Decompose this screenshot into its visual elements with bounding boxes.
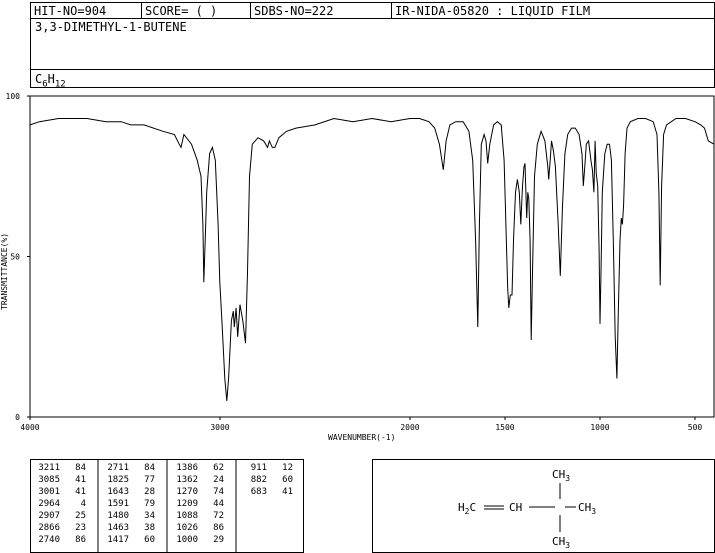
peak-transmittance: 62 — [213, 463, 224, 473]
peak-transmittance: 41 — [75, 487, 86, 497]
x-tick-label: 500 — [688, 423, 703, 432]
peak-transmittance: 29 — [213, 535, 224, 545]
x-tick-label: 4000 — [20, 423, 39, 432]
peak-wavenumber: 1026 — [176, 523, 198, 533]
peak-transmittance: 84 — [144, 463, 155, 473]
peak-wavenumber: 1270 — [176, 487, 198, 497]
vinyl-h2c: H2C — [458, 501, 476, 516]
peak-wavenumber: 1825 — [107, 475, 129, 485]
bottom-methyl: CH3 — [552, 535, 570, 550]
peak-wavenumber: 3211 — [38, 463, 60, 473]
peak-table: 3211 84 3085 41 3001 41 2964 4 2907 25 2866 23 2740 8… — [30, 459, 304, 553]
peak-transmittance: 34 — [144, 511, 155, 521]
y-axis: 0 50 100 — [6, 92, 30, 422]
ir-spectrum-chart: 4000 3000 2000 1500 1000 500 0 50 100 WAVENUMBE… — [0, 92, 715, 442]
peak-transmittance: 77 — [144, 475, 155, 485]
peak-transmittance: 41 — [282, 487, 293, 497]
x-tick-label: 2000 — [400, 423, 419, 432]
right-methyl: CH3 — [578, 501, 596, 516]
peak-wavenumber: 1088 — [176, 511, 198, 521]
peak-wavenumber: 911 — [251, 463, 267, 473]
peak-wavenumber: 1480 — [107, 511, 129, 521]
y-tick-label: 0 — [15, 413, 20, 422]
peak-wavenumber: 1417 — [107, 535, 129, 545]
spectrum-line — [29, 117, 715, 401]
peak-transmittance: 38 — [144, 523, 155, 533]
peak-table-grid: 3211 84 3085 41 3001 41 2964 4 2907 25 2866 23 2740 8… — [38, 459, 293, 553]
top-methyl: CH3 — [552, 468, 570, 483]
peak-wavenumber: 1386 — [176, 463, 198, 473]
peak-wavenumber: 683 — [251, 487, 267, 497]
peak-wavenumber: 1463 — [107, 523, 129, 533]
x-tick-label: 3000 — [210, 423, 229, 432]
peak-transmittance: 86 — [75, 535, 86, 545]
peak-transmittance: 28 — [144, 487, 155, 497]
peak-transmittance: 4 — [81, 499, 86, 509]
peak-transmittance: 84 — [75, 463, 86, 473]
peak-transmittance: 23 — [75, 523, 86, 533]
peak-transmittance: 24 — [213, 475, 224, 485]
peak-wavenumber: 1000 — [176, 535, 198, 545]
y-tick-label: 50 — [10, 253, 20, 262]
peak-wavenumber: 2866 — [38, 523, 60, 533]
peak-cells: 3211 84 3085 41 3001 41 2964 4 2907 25 2866 23 2740 8… — [38, 463, 293, 545]
x-tick-label: 1500 — [495, 423, 514, 432]
methine-ch: CH — [509, 501, 522, 514]
peak-transmittance: 60 — [144, 535, 155, 545]
x-axis-label: WAVENUMBER(-1) — [328, 433, 395, 442]
y-tick-label: 100 — [6, 92, 21, 101]
peak-wavenumber: 2964 — [38, 499, 60, 509]
peak-wavenumber: 2907 — [38, 511, 60, 521]
y-axis-label: TRANSMITTANCE(%) — [0, 233, 9, 310]
peak-transmittance: 41 — [75, 475, 86, 485]
peak-transmittance: 25 — [75, 511, 86, 521]
peak-transmittance: 79 — [144, 499, 155, 509]
peak-wavenumber: 1362 — [176, 475, 198, 485]
structure-box: CH3 H2C CH CH3 CH3 — [372, 459, 715, 553]
plot-frame — [29, 95, 715, 418]
peak-wavenumber: 1591 — [107, 499, 129, 509]
peak-wavenumber: 882 — [251, 475, 267, 485]
peak-transmittance: 60 — [282, 475, 293, 485]
peak-wavenumber: 3001 — [38, 487, 60, 497]
x-axis: 4000 3000 2000 1500 1000 500 — [20, 417, 702, 432]
x-tick-label: 1000 — [590, 423, 609, 432]
peak-wavenumber: 1209 — [176, 499, 198, 509]
peak-wavenumber: 2711 — [107, 463, 129, 473]
peak-transmittance: 86 — [213, 523, 224, 533]
peak-transmittance: 12 — [282, 463, 293, 473]
peak-transmittance: 74 — [213, 487, 224, 497]
peak-wavenumber: 1643 — [107, 487, 129, 497]
peak-transmittance: 72 — [213, 511, 224, 521]
peak-wavenumber: 3085 — [38, 475, 60, 485]
peak-transmittance: 44 — [213, 499, 224, 509]
peak-wavenumber: 2740 — [38, 535, 60, 545]
molecular-structure: CH3 H2C CH CH3 CH3 — [458, 468, 596, 550]
